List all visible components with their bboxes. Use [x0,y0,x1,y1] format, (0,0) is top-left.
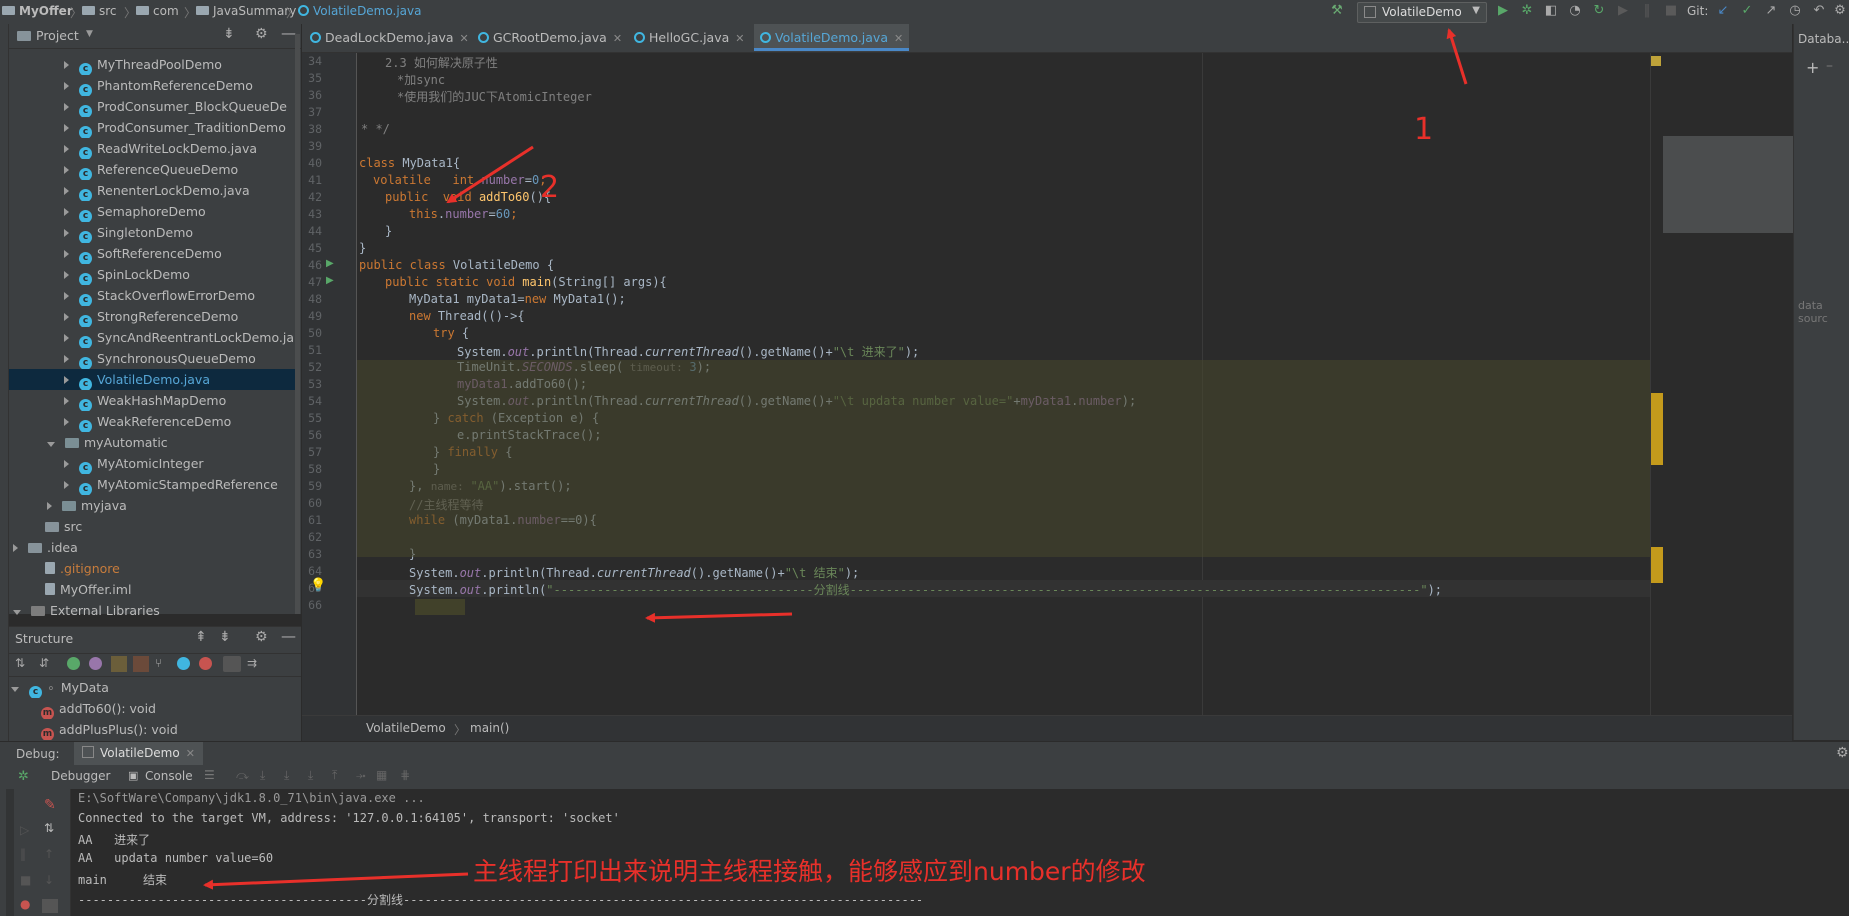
annotation-number-1: 1 [1414,112,1434,147]
annotation-arrow [645,612,793,623]
annotation-overlay [203,28,1468,890]
annotation-note: 主线程打印出来说明主线程接触，能够感应到number的修改 [473,857,1146,886]
annotation-arrow [203,872,469,890]
annotation-arrow [446,145,534,204]
annotation-number-2: 2 [540,170,560,205]
annotation-arrow [1446,28,1468,85]
